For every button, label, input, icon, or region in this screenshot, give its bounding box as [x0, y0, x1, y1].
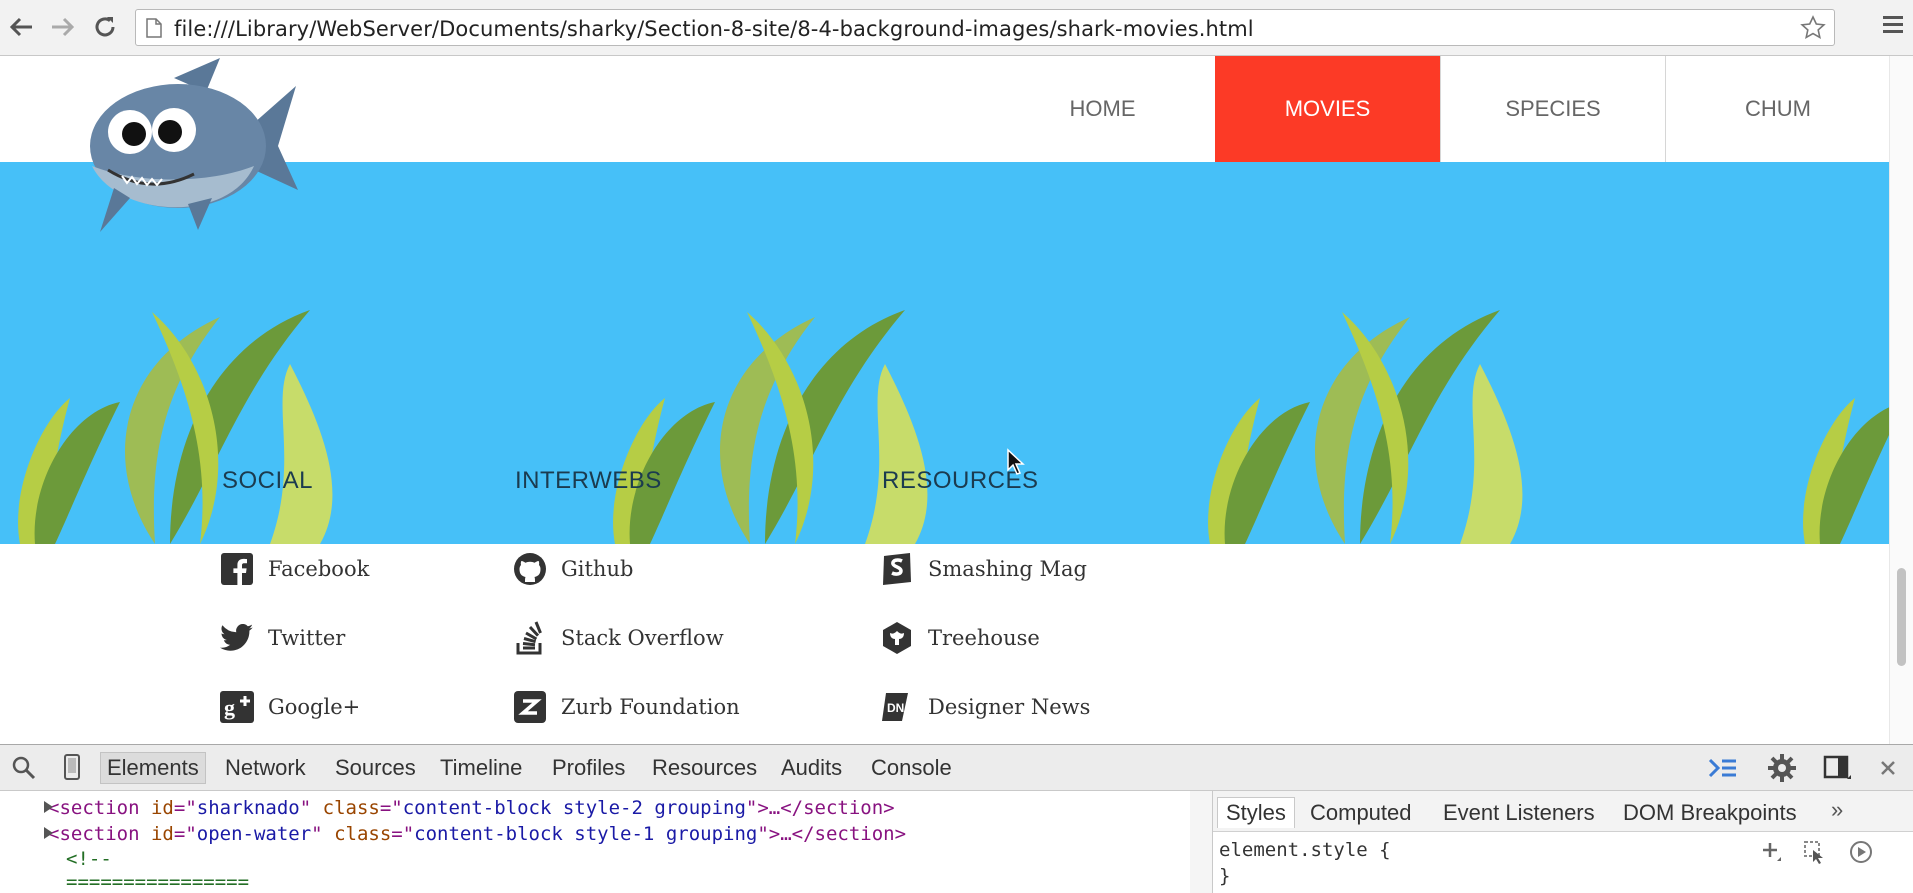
nav-chum[interactable]: CHUM	[1665, 56, 1890, 162]
tab-event-listeners[interactable]: Event Listeners	[1443, 800, 1595, 826]
tab-elements[interactable]: Elements	[100, 752, 206, 784]
bookmark-star-icon[interactable]	[1800, 15, 1826, 41]
mouse-cursor-icon	[1007, 448, 1025, 475]
facebook-icon	[220, 552, 254, 586]
dock-side-icon[interactable]	[1823, 755, 1853, 781]
sidebar-tabs: Styles Computed Event Listeners DOM Brea…	[1213, 791, 1913, 832]
tab-timeline[interactable]: Timeline	[440, 755, 522, 781]
link-facebook[interactable]: Facebook	[220, 552, 369, 586]
element-style-close: }	[1219, 865, 1231, 887]
devtools-panel: Elements Network Sources Timeline Profil…	[0, 744, 1913, 893]
smashing-mag-icon	[880, 552, 914, 586]
tab-profiles[interactable]: Profiles	[552, 755, 625, 781]
link-label: Smashing Mag	[928, 557, 1087, 581]
link-zurb-foundation[interactable]: Zurb Foundation	[513, 690, 740, 724]
link-label: Github	[561, 557, 634, 581]
console-drawer-icon[interactable]	[1708, 756, 1738, 780]
page-scrollbar[interactable]	[1889, 56, 1913, 744]
treehouse-icon	[880, 621, 914, 655]
devtools-splitter[interactable]	[1190, 791, 1212, 893]
tab-network[interactable]: Network	[225, 755, 306, 781]
url-text[interactable]: file:///Library/WebServer/Documents/shar…	[174, 17, 1254, 41]
link-label: Zurb Foundation	[561, 695, 740, 719]
reload-button[interactable]	[90, 12, 120, 42]
svg-text:g: g	[224, 695, 235, 720]
styles-sidebar: Styles Computed Event Listeners DOM Brea…	[1212, 791, 1913, 893]
search-icon[interactable]	[12, 756, 36, 780]
link-label: Google+	[268, 695, 361, 719]
tab-styles[interactable]: Styles	[1217, 797, 1295, 828]
dom-node-sharknado[interactable]: <section id="sharknado" class="content-b…	[44, 797, 895, 819]
expand-triangle-icon[interactable]	[44, 801, 53, 813]
gear-icon[interactable]	[1767, 753, 1797, 783]
scrollbar-thumb[interactable]	[1897, 568, 1906, 666]
shark-logo-icon[interactable]	[78, 58, 300, 232]
nav-movies[interactable]: MOVIES	[1215, 56, 1440, 162]
link-smashing-mag[interactable]: Smashing Mag	[880, 552, 1087, 586]
menu-icon[interactable]	[1881, 14, 1905, 36]
browser-toolbar: file:///Library/WebServer/Documents/shar…	[0, 0, 1913, 56]
link-label: Designer News	[928, 695, 1091, 719]
dom-node-open-water[interactable]: <section id="open-water" class="content-…	[44, 823, 906, 845]
tab-sources[interactable]: Sources	[335, 755, 416, 781]
forward-arrow-icon	[52, 17, 75, 37]
expand-triangle-icon[interactable]	[44, 827, 53, 839]
device-mode-icon[interactable]	[63, 754, 81, 780]
stack-overflow-icon	[513, 621, 547, 655]
footer-links: Facebook Twitter g Google+ Github Stack …	[0, 544, 1890, 744]
element-style-rule[interactable]: element.style { }	[1219, 837, 1391, 889]
toggle-element-state-icon[interactable]	[1803, 840, 1827, 864]
footer-heading-interwebs: INTERWEBS	[515, 467, 662, 494]
github-icon	[513, 552, 547, 586]
tab-computed[interactable]: Computed	[1310, 800, 1412, 826]
link-label: Twitter	[268, 626, 346, 650]
nav-home[interactable]: HOME	[990, 56, 1215, 162]
tab-dom-breakpoints[interactable]: DOM Breakpoints	[1623, 800, 1797, 826]
more-tabs-icon[interactable]: »	[1831, 797, 1843, 823]
main-navigation: HOME MOVIES SPECIES CHUM	[990, 56, 1890, 162]
reload-icon	[95, 17, 115, 37]
html-comment-open[interactable]: <!--	[66, 848, 112, 870]
elements-tree: <section id="sharknado" class="content-b…	[0, 791, 1190, 893]
link-designer-news[interactable]: DN Designer News	[880, 690, 1090, 724]
link-label: Stack Overflow	[561, 626, 724, 650]
page-icon	[146, 18, 162, 38]
link-github[interactable]: Github	[513, 552, 633, 586]
link-label: Treehouse	[928, 626, 1040, 650]
forward-button[interactable]	[48, 12, 78, 42]
link-label: Facebook	[268, 557, 370, 581]
link-google-plus[interactable]: g Google+	[220, 690, 360, 724]
address-bar[interactable]: file:///Library/WebServer/Documents/shar…	[135, 9, 1835, 46]
add-rule-icon[interactable]	[1761, 841, 1783, 863]
google-plus-icon: g	[220, 690, 254, 724]
link-treehouse[interactable]: Treehouse	[880, 621, 1040, 655]
animations-play-icon[interactable]	[1849, 840, 1873, 864]
link-stack-overflow[interactable]: Stack Overflow	[513, 621, 724, 655]
back-arrow-icon	[9, 17, 32, 37]
footer-heading-social: SOCIAL	[222, 467, 314, 494]
back-button[interactable]	[6, 12, 36, 42]
tab-audits[interactable]: Audits	[781, 755, 842, 781]
close-icon[interactable]	[1879, 759, 1897, 777]
nav-species[interactable]: SPECIES	[1440, 56, 1665, 162]
tab-console[interactable]: Console	[871, 755, 952, 781]
devtools-toolbar: Elements Network Sources Timeline Profil…	[0, 745, 1913, 791]
link-twitter[interactable]: Twitter	[220, 621, 345, 655]
tab-resources[interactable]: Resources	[652, 755, 757, 781]
element-style-selector: element.style {	[1219, 839, 1391, 861]
designer-news-icon: DN	[880, 690, 914, 724]
svg-text:DN: DN	[887, 701, 904, 715]
twitter-icon	[220, 621, 254, 655]
html-comment-rule[interactable]: ================	[66, 871, 249, 893]
zurb-icon	[513, 690, 547, 724]
